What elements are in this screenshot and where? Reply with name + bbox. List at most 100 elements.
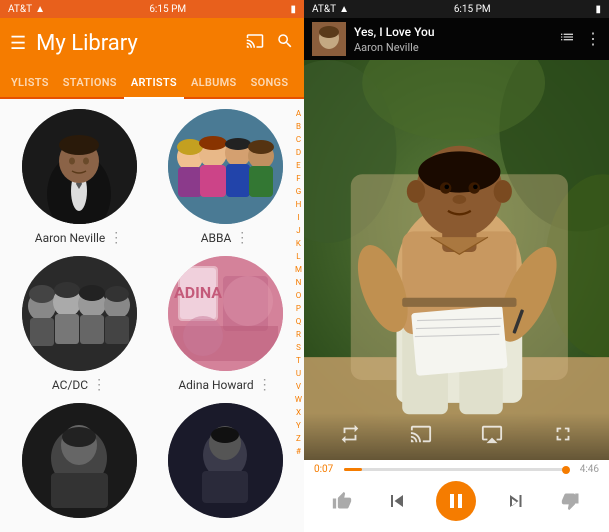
alpha-m[interactable]: M	[295, 263, 302, 276]
album-art-container	[304, 60, 609, 460]
artist-image-bottom1	[22, 403, 137, 518]
more-icon[interactable]: ⋮	[585, 29, 601, 49]
alpha-a[interactable]: A	[295, 107, 302, 120]
artist-name-row-aaron: Aaron Neville ⋮	[8, 230, 150, 246]
alpha-p[interactable]: P	[295, 302, 302, 315]
artist-item-aaron[interactable]: Aaron Neville ⋮	[8, 109, 150, 246]
alpha-x[interactable]: X	[295, 406, 302, 419]
tab-artists[interactable]: ARTISTS	[124, 68, 184, 99]
alpha-y[interactable]: Y	[295, 419, 302, 432]
artist-name-row-acdc: AC/DC ⋮	[8, 377, 150, 393]
right-wifi-icon: ▲	[339, 4, 349, 15]
status-left: AT&T ▲	[8, 4, 45, 15]
transport-icons	[314, 419, 599, 454]
right-status-right: ▮	[595, 4, 601, 15]
airplay-icon[interactable]	[478, 423, 506, 450]
artist-image-adina: ADINA	[168, 256, 283, 371]
artist-rows: Aaron Neville ⋮	[8, 109, 296, 532]
right-status-bar: AT&T ▲ 6:15 PM ▮	[304, 0, 609, 18]
loop-icon[interactable]	[336, 423, 364, 450]
alpha-z[interactable]: Z	[295, 432, 302, 445]
progress-dot	[562, 466, 570, 474]
alpha-e[interactable]: E	[295, 159, 302, 172]
header: ☰ My Library	[0, 18, 304, 68]
alpha-h[interactable]: H	[295, 198, 302, 211]
artist-image-abba	[168, 109, 283, 224]
player-controls: 0:07 4:46	[304, 460, 609, 532]
artist-item-bottom1[interactable]	[8, 403, 150, 524]
alpha-t[interactable]: T	[295, 354, 302, 367]
alpha-s[interactable]: S	[295, 341, 302, 354]
carrier-label: AT&T	[8, 4, 32, 15]
alpha-f[interactable]: F	[295, 172, 302, 185]
album-thumbnail	[312, 22, 346, 56]
artist-row-2: AC/DC ⋮ ADINA	[8, 256, 296, 393]
thumbs-down-button[interactable]	[555, 485, 587, 517]
song-title: Yes, I Love You	[354, 25, 551, 39]
song-info: Yes, I Love You Aaron Neville	[354, 25, 551, 54]
artist-name-aaron: Aaron Neville	[35, 231, 106, 245]
right-carrier: AT&T	[312, 4, 336, 15]
search-icon[interactable]	[276, 32, 294, 55]
fullscreen-icon[interactable]	[549, 423, 577, 450]
alpha-v[interactable]: V	[295, 380, 302, 393]
alpha-k[interactable]: K	[295, 237, 302, 250]
page-title: My Library	[36, 31, 236, 56]
artist-more-acdc[interactable]: ⋮	[92, 377, 106, 393]
artist-more-adina[interactable]: ⋮	[258, 377, 272, 393]
artist-image-bottom2	[168, 403, 283, 518]
artist-item-abba[interactable]: ABBA ⋮	[154, 109, 296, 246]
alpha-b[interactable]: B	[295, 120, 302, 133]
cast-overlay-icon[interactable]	[407, 423, 435, 450]
song-artist: Aaron Neville	[354, 41, 551, 54]
artist-item-adina[interactable]: ADINA Adina Howard ⋮	[154, 256, 296, 393]
play-pause-button[interactable]	[436, 481, 476, 521]
artist-circle-bottom2	[168, 403, 283, 518]
tab-songs[interactable]: SONGS	[244, 68, 296, 97]
alpha-i[interactable]: I	[295, 211, 302, 224]
alpha-l[interactable]: L	[295, 250, 302, 263]
artist-item-acdc[interactable]: AC/DC ⋮	[8, 256, 150, 393]
artist-circle-aaron	[22, 109, 137, 224]
transport-controls-overlay	[304, 413, 609, 460]
menu-icon[interactable]: ☰	[10, 33, 26, 54]
alpha-q[interactable]: Q	[295, 315, 302, 328]
prev-button[interactable]	[381, 485, 413, 517]
tab-albums[interactable]: ALBUMS	[184, 68, 244, 97]
alpha-o[interactable]: O	[295, 289, 302, 302]
header-icons	[246, 32, 294, 55]
progress-bar[interactable]	[344, 468, 569, 471]
tab-playlists[interactable]: YLISTS	[4, 68, 56, 97]
cast-icon[interactable]	[246, 32, 264, 55]
alpha-r[interactable]: R	[295, 328, 302, 341]
artist-more-abba[interactable]: ⋮	[235, 230, 249, 246]
alpha-g[interactable]: G	[295, 185, 302, 198]
next-button[interactable]	[500, 485, 532, 517]
alpha-d[interactable]: D	[295, 146, 302, 159]
wifi-icon: ▲	[35, 4, 45, 15]
artist-row-3	[8, 403, 296, 524]
alpha-u[interactable]: U	[295, 367, 302, 380]
alpha-w[interactable]: W	[295, 393, 302, 406]
artist-circle-adina: ADINA	[168, 256, 283, 371]
tabs-bar: YLISTS STATIONS ARTISTS ALBUMS SONGS	[0, 68, 304, 99]
now-playing-header: Yes, I Love You Aaron Neville ⋮	[304, 18, 609, 60]
artist-circle-acdc	[22, 256, 137, 371]
alpha-n[interactable]: N	[295, 276, 302, 289]
artist-more-aaron[interactable]: ⋮	[109, 230, 123, 246]
alpha-c[interactable]: C	[295, 133, 302, 146]
alpha-hash[interactable]: #	[295, 445, 302, 458]
alpha-j[interactable]: J	[295, 224, 302, 237]
tab-stations[interactable]: STATIONS	[56, 68, 124, 97]
thumbs-up-button[interactable]	[326, 485, 358, 517]
left-status-bar: AT&T ▲ 6:15 PM ▮	[0, 0, 304, 18]
artist-name-acdc: AC/DC	[52, 378, 88, 392]
artist-item-bottom2[interactable]	[154, 403, 296, 524]
progress-fill	[344, 468, 362, 471]
now-playing-controls: ⋮	[559, 29, 601, 49]
right-time: 6:15 PM	[454, 4, 491, 15]
alphabet-sidebar: A B C D E F G H I J K L M N O P Q R S T …	[295, 107, 302, 458]
time-total: 4:46	[575, 464, 599, 475]
queue-icon[interactable]	[559, 29, 575, 49]
artist-circle-abba	[168, 109, 283, 224]
